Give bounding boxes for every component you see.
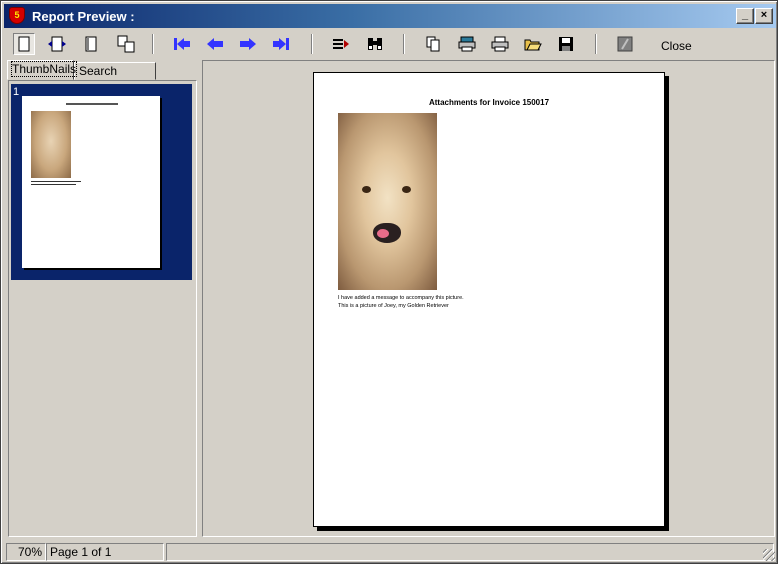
binoculars-icon	[368, 38, 382, 50]
close-button[interactable]: Close	[661, 39, 692, 53]
thumbnail-pane[interactable]: 1	[8, 80, 197, 537]
single-page-view-button[interactable]	[13, 33, 35, 55]
status-message	[166, 543, 774, 561]
copy-button[interactable]	[422, 33, 444, 55]
copy-icon	[426, 36, 440, 52]
next-page-icon	[240, 38, 256, 50]
export-button[interactable]	[614, 33, 636, 55]
export-icon	[617, 36, 633, 52]
multi-page-icon	[117, 35, 135, 53]
toolbar-separator	[595, 34, 597, 54]
toolbar-separator	[152, 34, 154, 54]
thumbnail-caption-line	[31, 184, 76, 185]
window-title: Report Preview :	[32, 9, 135, 24]
page-indicator: Page 1 of 1	[46, 543, 164, 561]
toolbar-separator	[311, 34, 313, 54]
status-bar: 70% Page 1 of 1	[4, 542, 776, 562]
toolbar: Close	[4, 30, 776, 58]
tab-thumbnails[interactable]: ThumbNails	[7, 60, 78, 80]
minimize-button[interactable]: _	[736, 8, 754, 24]
goto-page-icon	[333, 39, 349, 49]
full-page-view-button[interactable]	[80, 33, 102, 55]
report-page: Attachments for Invoice 150017 I have ad…	[313, 72, 665, 527]
folder-open-icon	[524, 39, 542, 51]
dog-photo	[338, 113, 437, 290]
thumbnail-caption-line	[31, 181, 81, 182]
next-page-button[interactable]	[237, 33, 259, 55]
zoom-level: 70%	[6, 543, 46, 561]
dog-eye	[402, 186, 411, 193]
open-button[interactable]	[522, 33, 544, 55]
goto-page-button[interactable]	[330, 33, 352, 55]
toolbar-separator	[403, 34, 405, 54]
thumbnail-dog-photo	[31, 111, 71, 178]
printer-setup-icon	[458, 36, 476, 52]
page-width-icon	[48, 36, 66, 52]
page-icon	[18, 36, 30, 52]
tab-search-results[interactable]: Search Results	[74, 62, 156, 94]
thumbnail-page	[22, 96, 160, 268]
previous-page-button[interactable]	[204, 33, 226, 55]
thumbnail-item[interactable]: 1	[11, 84, 192, 280]
caption-line-1: I have added a message to accompany this…	[338, 295, 464, 301]
page-width-view-button[interactable]	[46, 33, 68, 55]
print-setup-button[interactable]	[456, 33, 478, 55]
first-page-icon	[174, 38, 190, 50]
thumbnail-page-number: 1	[13, 86, 20, 98]
tab-thumbnails-label: ThumbNails	[10, 61, 78, 77]
thumbnail-title-line	[66, 103, 118, 105]
preview-pane[interactable]: Attachments for Invoice 150017 I have ad…	[202, 60, 775, 537]
multi-page-view-button[interactable]	[116, 33, 138, 55]
previous-page-icon	[207, 38, 223, 50]
report-preview-window: 5 Report Preview : _ □ ×	[0, 0, 778, 564]
print-button[interactable]	[489, 33, 511, 55]
dog-tongue	[377, 229, 389, 238]
dog-eye	[362, 186, 371, 193]
report-app-icon[interactable]: 5	[9, 7, 25, 24]
first-page-button[interactable]	[171, 33, 193, 55]
last-page-button[interactable]	[270, 33, 292, 55]
last-page-icon	[273, 38, 289, 50]
title-bar[interactable]: 5 Report Preview : _ □	[4, 4, 776, 28]
caption-line-2: This is a picture of Joey, my Golden Ret…	[338, 303, 449, 309]
resize-grip[interactable]	[763, 549, 775, 561]
full-page-icon	[85, 36, 97, 52]
floppy-disk-icon	[559, 37, 573, 51]
report-title: Attachments for Invoice 150017	[428, 98, 550, 107]
find-button[interactable]	[364, 33, 386, 55]
printer-icon	[491, 36, 509, 52]
close-window-button[interactable]: ×	[755, 8, 773, 24]
save-button[interactable]	[555, 33, 577, 55]
